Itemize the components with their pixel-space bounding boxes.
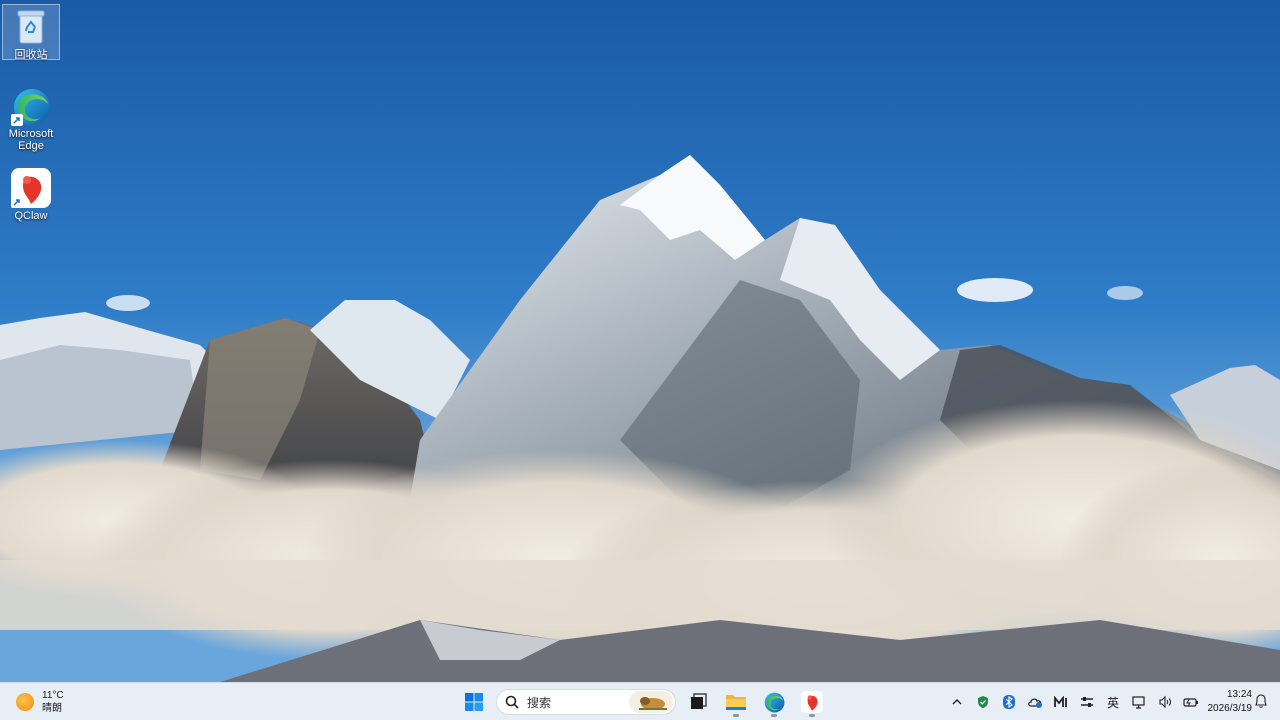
system-tray: 英 — [944, 687, 1204, 717]
settings-sliders-icon — [1081, 697, 1093, 707]
search-highlight-icon — [629, 691, 673, 713]
taskbar-edge[interactable] — [758, 687, 790, 717]
notification-button[interactable] — [1254, 693, 1268, 714]
input-method-indicator[interactable]: 英 — [1100, 687, 1126, 717]
tray-app[interactable] — [1048, 687, 1074, 717]
wallpaper — [0, 0, 1280, 682]
sun-icon — [16, 693, 34, 711]
clock-time: 13:24 — [1226, 689, 1252, 700]
taskbar-center: 搜索 — [458, 687, 828, 717]
desktop-icon-label: 回收站 — [14, 49, 48, 61]
search-box[interactable]: 搜索 — [496, 689, 676, 715]
volume-icon — [1159, 695, 1171, 709]
task-view-button[interactable] — [682, 687, 714, 717]
file-explorer-icon — [726, 695, 746, 710]
weather-condition: 晴朗 — [42, 703, 62, 714]
tray-security[interactable] — [970, 687, 996, 717]
qclaw-icon — [801, 691, 823, 713]
weather-temperature: 11°C — [42, 690, 64, 701]
start-icon — [465, 693, 483, 711]
search-icon — [505, 695, 519, 709]
desktop-icon-edge[interactable]: Microsoft Edge — [2, 84, 60, 152]
desktop-icon-label: QClaw — [14, 210, 48, 222]
tray-bluetooth[interactable] — [996, 687, 1022, 717]
chevron-up-icon — [952, 699, 962, 705]
running-indicator — [733, 714, 739, 717]
running-indicator — [771, 714, 777, 717]
desktop-icon-qclaw[interactable]: QClaw — [2, 166, 60, 222]
edge-icon — [11, 86, 51, 126]
shortcut-arrow-icon — [11, 196, 23, 208]
bluetooth-icon — [1003, 695, 1015, 709]
network-icon — [1132, 696, 1145, 709]
task-view-icon — [691, 693, 707, 709]
desktop[interactable]: 回收站 Microsoft Edge QClaw — [0, 0, 1280, 682]
input-method-label: 英 — [1106, 695, 1119, 710]
clock-date: 2026/3/19 — [1207, 703, 1253, 714]
tray-network[interactable] — [1126, 687, 1152, 717]
show-hidden-icons-button[interactable] — [944, 687, 970, 717]
desktop-icon-label: Microsoft Edge — [8, 128, 54, 152]
running-indicator — [809, 714, 815, 717]
tray-onedrive[interactable] — [1022, 687, 1048, 717]
onedrive-icon — [1028, 698, 1042, 708]
taskbar-file-explorer[interactable] — [720, 687, 752, 717]
security-icon — [978, 696, 988, 708]
recycle-bin-icon — [11, 7, 51, 47]
desktop-icon-recycle-bin[interactable]: 回收站 — [2, 4, 60, 61]
tray-volume[interactable] — [1152, 687, 1178, 717]
notification-bell-icon — [1255, 694, 1267, 708]
shortcut-arrow-icon — [11, 114, 23, 126]
taskbar: 11°C 晴朗 搜索 英 13:24 2026/3/19 — [0, 682, 1280, 720]
taskbar-qclaw[interactable] — [796, 687, 828, 717]
app-icon — [1054, 696, 1067, 707]
search-placeholder: 搜索 — [527, 695, 552, 710]
clock[interactable]: 13:24 2026/3/19 — [1196, 688, 1253, 716]
edge-icon — [764, 692, 785, 713]
qclaw-icon — [11, 168, 51, 208]
tray-settings[interactable] — [1074, 687, 1100, 717]
weather-widget[interactable]: 11°C 晴朗 — [16, 688, 64, 716]
start-button[interactable] — [458, 687, 490, 717]
